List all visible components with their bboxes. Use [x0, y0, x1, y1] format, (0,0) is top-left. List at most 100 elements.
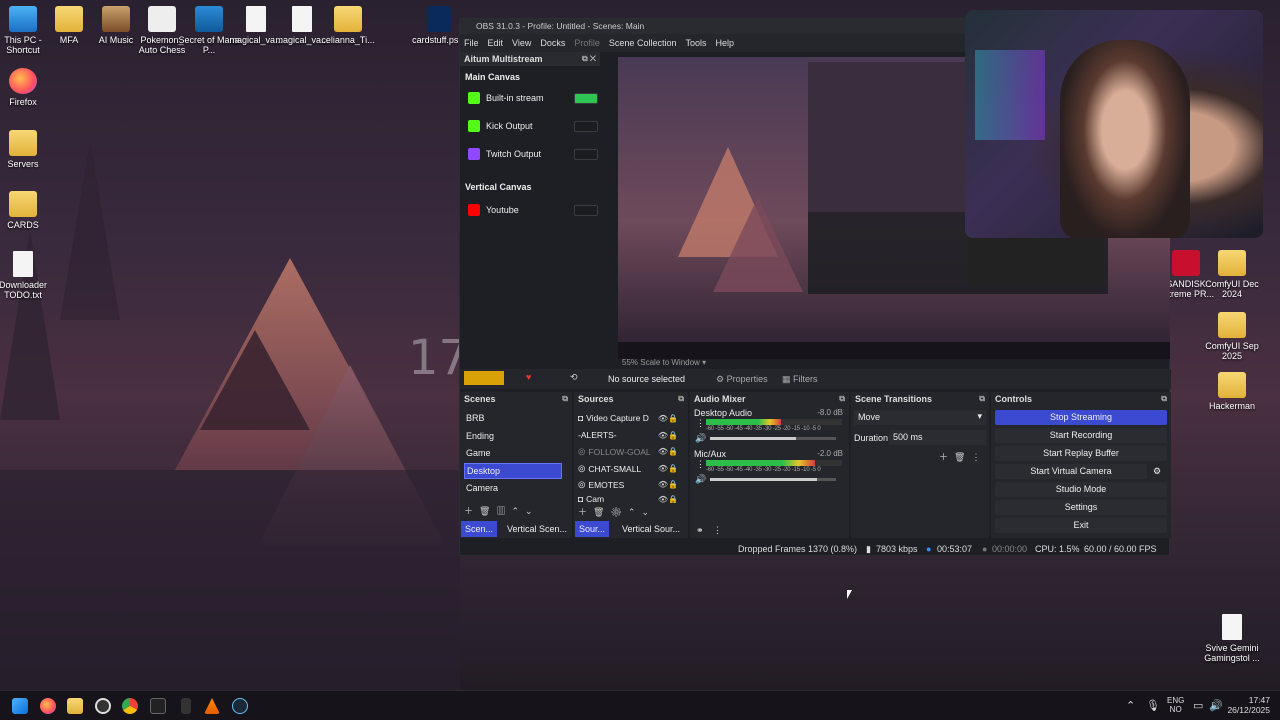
volume-icon[interactable]: 🔊 — [1209, 699, 1223, 712]
volume-slider[interactable] — [710, 478, 836, 481]
network-icon[interactable]: ▭ — [1193, 699, 1203, 712]
visibility-lock-icons[interactable]: 👁🔒 — [658, 431, 678, 440]
start-recording-button[interactable]: Start Recording — [995, 428, 1167, 443]
output-toggle[interactable] — [574, 148, 598, 160]
output-toggle[interactable] — [574, 92, 598, 104]
output-twitch[interactable]: Twitch Output — [468, 144, 598, 164]
scene-item[interactable]: Game — [464, 446, 562, 460]
studio-mode-button[interactable]: Studio Mode — [995, 482, 1167, 497]
firefox-icon[interactable] — [40, 698, 56, 714]
file-explorer-icon[interactable] — [67, 698, 83, 714]
move-up-icon[interactable]: ⌃ — [511, 506, 525, 516]
menu-tools[interactable]: Tools — [685, 38, 706, 52]
desktop-icon-hackerman[interactable]: Hackerman — [1201, 372, 1263, 411]
dock-popout-icon[interactable]: ⧉ — [979, 394, 985, 404]
duration-input[interactable]: 500 ms — [889, 430, 986, 445]
dock-buttons[interactable]: ⧉ ✕ — [582, 54, 596, 64]
source-item[interactable]: ◎ EMOTES 👁🔒 — [578, 479, 678, 490]
add-scene-icon[interactable]: ＋ — [464, 506, 479, 516]
pen-icon[interactable] — [181, 698, 191, 714]
transition-menu-icon[interactable]: ⋮ — [971, 452, 986, 462]
menu-docks[interactable]: Docks — [540, 38, 565, 52]
speaker-icon[interactable]: 🔊 — [695, 433, 706, 444]
microphone-icon[interactable]: 🎙 — [1146, 699, 1160, 712]
tab-sources[interactable]: Sour... — [575, 521, 610, 537]
terminal-icon[interactable] — [150, 698, 166, 714]
scene-item[interactable]: BRB — [464, 411, 562, 425]
remove-scene-icon[interactable]: 🗑 — [479, 506, 496, 516]
settings-button[interactable]: Settings — [995, 500, 1167, 515]
remove-source-icon[interactable]: 🗑 — [593, 507, 610, 517]
scene-item[interactable]: Camera — [464, 481, 562, 495]
clock[interactable]: 17:47 26/12/2025 — [1226, 695, 1270, 715]
menu-help[interactable]: Help — [715, 38, 734, 52]
vlc-icon[interactable] — [204, 698, 220, 714]
desktop-icon-celianna[interactable]: celianna_Ti... — [317, 6, 379, 45]
move-down-icon[interactable]: ⌄ — [641, 507, 655, 517]
move-up-icon[interactable]: ⌃ — [628, 507, 642, 517]
output-toggle[interactable] — [574, 120, 598, 132]
heart-icon[interactable]: ♥ — [526, 372, 531, 382]
obs-icon[interactable] — [95, 698, 111, 714]
dock-popout-icon[interactable]: ⧉ — [1161, 394, 1167, 404]
volume-slider[interactable] — [710, 437, 836, 440]
start-replay-buffer-button[interactable]: Start Replay Buffer — [995, 446, 1167, 461]
menu-view[interactable]: View — [512, 38, 531, 52]
steam-icon[interactable] — [232, 698, 248, 714]
properties-button[interactable]: ⚙ Properties — [716, 374, 768, 385]
stop-streaming-button[interactable]: Stop Streaming — [995, 410, 1167, 425]
source-item[interactable]: ◘ Video Capture D 👁🔒 — [578, 413, 678, 423]
add-source-icon[interactable]: ＋ — [578, 507, 593, 517]
channel-menu-icon[interactable]: ⋮ — [696, 418, 705, 429]
output-built-in-stream[interactable]: Built-in stream — [468, 88, 598, 108]
output-kick[interactable]: Kick Output — [468, 116, 598, 136]
source-item[interactable]: ◎ CHAT-SMALL 👁🔒 — [578, 463, 678, 474]
source-item[interactable]: ◘ Cam 👁🔒 — [578, 495, 678, 503]
source-settings-icon[interactable]: ⚙ — [610, 507, 627, 517]
tab-vertical-scenes[interactable]: Vertical Scen... — [503, 521, 571, 537]
scene-filters-icon[interactable]: ▥ — [496, 506, 511, 516]
visibility-lock-icons[interactable]: 👁🔒 — [658, 447, 678, 456]
desktop-icon-downloader-todo[interactable]: Downloader TODO.txt — [0, 251, 54, 300]
move-down-icon[interactable]: ⌄ — [525, 506, 539, 516]
menu-edit[interactable]: Edit — [488, 38, 504, 52]
mixer-menu-icon[interactable]: ⋮ — [713, 525, 722, 536]
output-toggle[interactable] — [574, 204, 598, 216]
source-item[interactable]: -ALERTS- 👁🔒 — [578, 430, 678, 440]
visibility-lock-icons[interactable]: 👁🔒 — [658, 414, 678, 423]
dock-popout-icon[interactable]: ⧉ — [562, 394, 568, 404]
start-virtual-camera-button[interactable]: Start Virtual Camera — [995, 464, 1147, 479]
desktop-icon-comfyui-dec[interactable]: ComfyUI Dec 2024 — [1201, 250, 1263, 299]
desktop-icon-comfyui-sep[interactable]: ComfyUI Sep 2025 — [1201, 312, 1263, 361]
desktop-icon-svive-gemini[interactable]: Svive Gemini Gamingstol ... — [1201, 614, 1263, 663]
desktop-icon-firefox[interactable]: Firefox — [0, 68, 54, 107]
windows-start-icon[interactable] — [12, 698, 28, 714]
dock-popout-icon[interactable]: ⧉ — [839, 394, 845, 404]
tab-vertical-sources[interactable]: Vertical Sour... — [618, 521, 684, 537]
desktop-icon-servers[interactable]: Servers — [0, 130, 54, 169]
menu-file[interactable]: File — [464, 38, 479, 52]
visibility-lock-icons[interactable]: 👁🔒 — [658, 480, 678, 489]
menu-scene-collection[interactable]: Scene Collection — [609, 38, 677, 52]
preview-scale[interactable]: 55% Scale to Window ▾ — [622, 358, 706, 367]
color-swatch-button[interactable] — [464, 371, 504, 385]
link-icon[interactable]: ⚭ — [696, 525, 704, 536]
exit-button[interactable]: Exit — [995, 518, 1167, 533]
visibility-lock-icons[interactable]: 👁🔒 — [658, 464, 678, 473]
scene-item-selected[interactable]: Desktop — [464, 463, 562, 479]
desktop-icon-cards[interactable]: CARDS — [0, 191, 54, 230]
add-transition-icon[interactable]: ＋ — [939, 452, 954, 462]
tab-scenes[interactable]: Scen... — [461, 521, 498, 537]
source-item[interactable]: ◎ FOLLOW-GOAL 👁🔒 — [578, 446, 678, 457]
language-indicator[interactable]: ENG NO — [1167, 696, 1184, 714]
scene-item[interactable]: Ending — [464, 429, 562, 443]
dock-popout-icon[interactable]: ⧉ — [678, 394, 684, 404]
visibility-lock-icons[interactable]: 👁🔒 — [658, 495, 678, 503]
speaker-icon[interactable]: 🔊 — [695, 474, 706, 485]
output-youtube[interactable]: Youtube — [468, 200, 598, 220]
chevron-up-icon[interactable]: ⌃ — [1126, 699, 1135, 712]
transition-select[interactable]: Move ▾ — [854, 410, 986, 425]
refresh-icon[interactable]: ⟲ — [570, 372, 578, 383]
virtual-camera-settings-icon[interactable]: ⚙ — [1153, 466, 1161, 477]
channel-menu-icon[interactable]: ⋮ — [696, 459, 705, 470]
